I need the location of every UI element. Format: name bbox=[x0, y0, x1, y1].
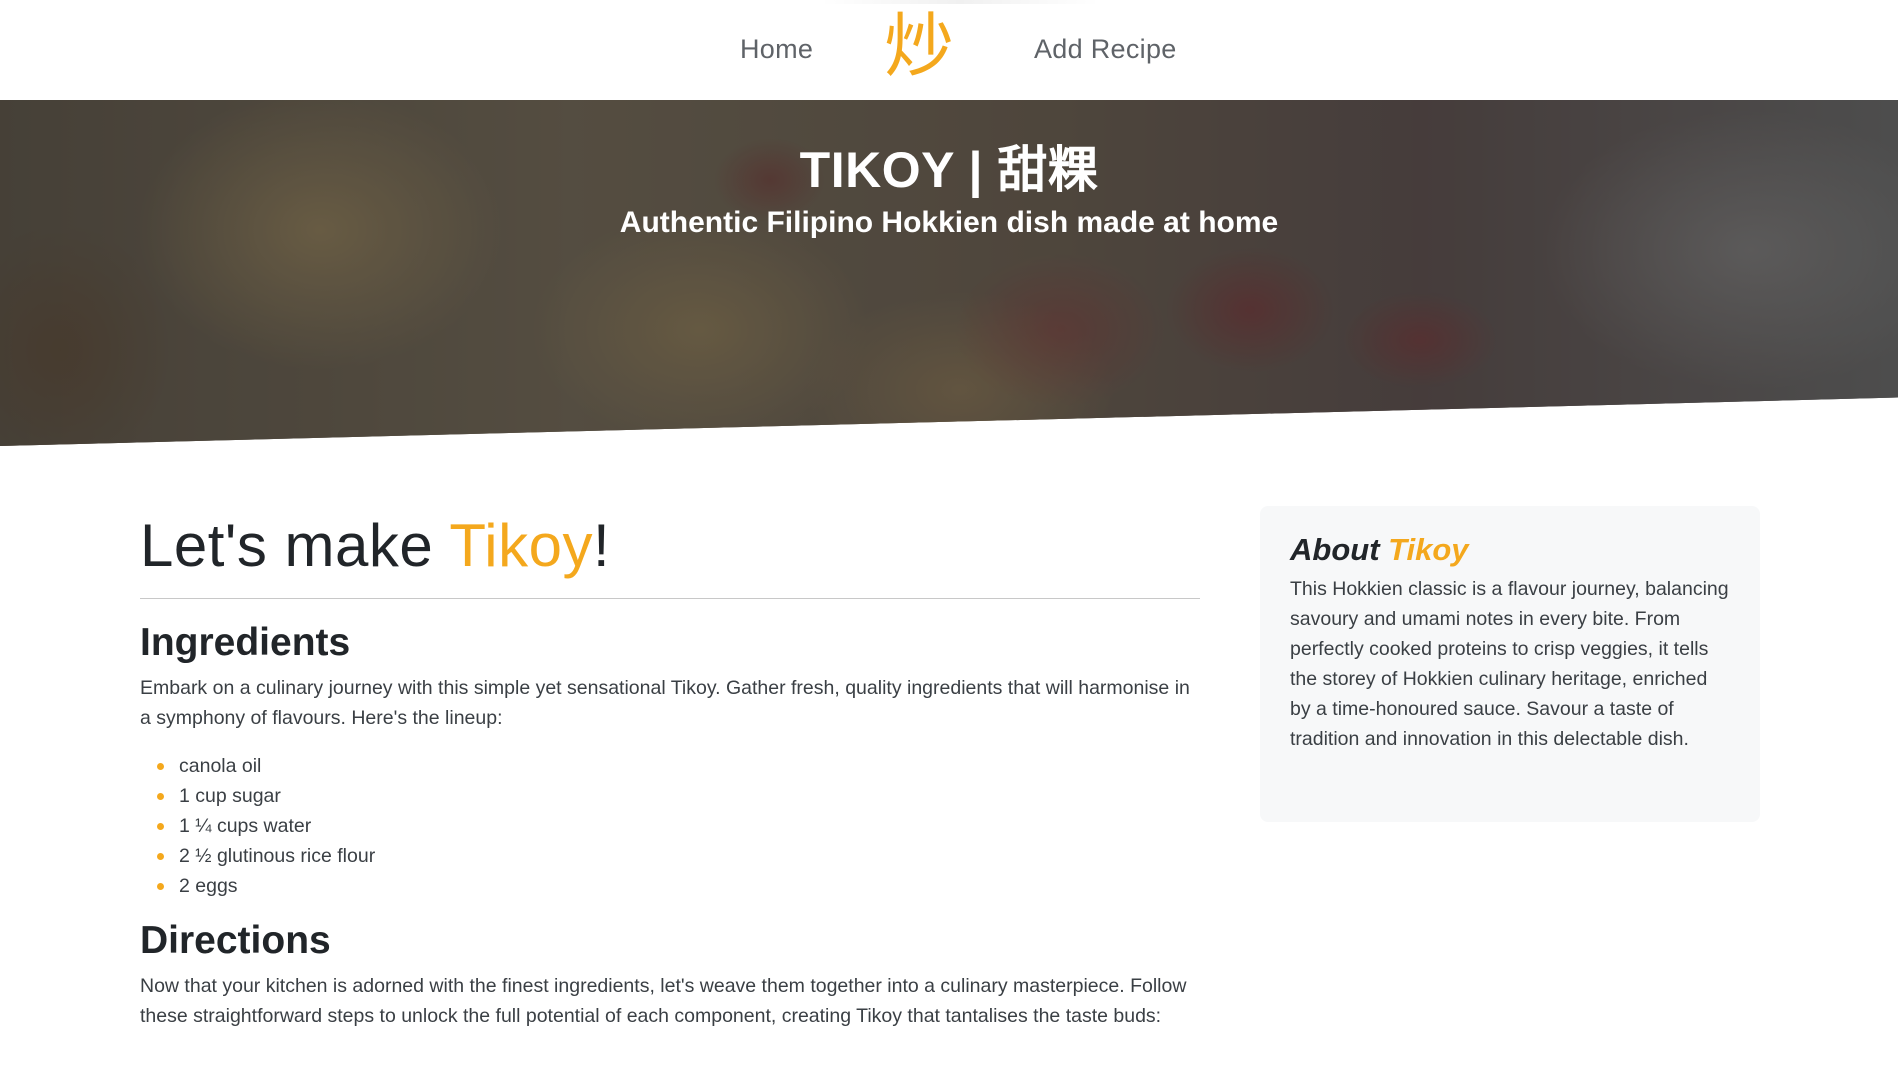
ingredients-intro: Embark on a culinary journey with this s… bbox=[140, 677, 1190, 729]
ingredient-item: 2 ½ glutinous rice flour bbox=[157, 841, 1200, 871]
ingredient-text: canola oil bbox=[179, 755, 262, 777]
directions-title: Directions bbox=[140, 919, 331, 962]
ingredient-item: canola oil bbox=[157, 751, 1200, 781]
bullet-icon bbox=[157, 883, 164, 890]
about-text: This Hokkien classic is a flavour journe… bbox=[1290, 578, 1729, 750]
directions-intro: Now that your kitchen is adorned with th… bbox=[140, 975, 1187, 1027]
recipe-main: Let's make Tikoy! Ingredients Embark on … bbox=[140, 500, 1200, 1031]
ingredients-title: Ingredients bbox=[140, 621, 351, 664]
logo-icon[interactable]: 炒 bbox=[884, 6, 954, 86]
navbar: Home 炒 Add Recipe bbox=[0, 0, 1898, 100]
bullet-icon bbox=[157, 763, 164, 770]
ingredient-text: 2 eggs bbox=[179, 875, 238, 897]
ingredient-text: 2 ½ glutinous rice flour bbox=[179, 845, 376, 867]
hero-banner: TIKOY | 甜粿 Authentic Filipino Hokkien di… bbox=[0, 100, 1898, 446]
page-title-prefix: Let's make bbox=[140, 512, 450, 579]
ingredient-text: 1 cup sugar bbox=[179, 785, 281, 807]
hero-subtitle: Authentic Filipino Hokkien dish made at … bbox=[619, 206, 1279, 239]
about-title: About Tikoy bbox=[1290, 532, 1730, 568]
ingredient-item: 1 ¼ cups water bbox=[157, 811, 1200, 841]
ingredient-text: 1 ¼ cups water bbox=[179, 815, 312, 837]
navbar-shadow bbox=[820, 0, 1100, 4]
page-title-suffix: ! bbox=[592, 512, 611, 579]
hero-title: TIKOY | 甜粿 bbox=[799, 142, 1099, 198]
page-title-dish: Tikoy bbox=[449, 512, 593, 579]
about-title-prefix: About bbox=[1290, 532, 1389, 567]
about-title-dish: Tikoy bbox=[1388, 532, 1469, 567]
about-card: About Tikoy This Hokkien classic is a fl… bbox=[1260, 506, 1760, 822]
ingredient-item: 2 eggs bbox=[157, 871, 1200, 901]
bullet-icon bbox=[157, 823, 164, 830]
bullet-icon bbox=[157, 853, 164, 860]
ingredient-item: 1 cup sugar bbox=[157, 781, 1200, 811]
ingredients-list: canola oil 1 cup sugar 1 ¼ cups water 2 … bbox=[140, 751, 1200, 901]
nav-home-link[interactable]: Home bbox=[740, 34, 813, 65]
heading-divider bbox=[140, 598, 1200, 599]
nav-add-recipe-link[interactable]: Add Recipe bbox=[1034, 34, 1177, 65]
bullet-icon bbox=[157, 793, 164, 800]
page-title: Let's make Tikoy! bbox=[140, 500, 1200, 592]
